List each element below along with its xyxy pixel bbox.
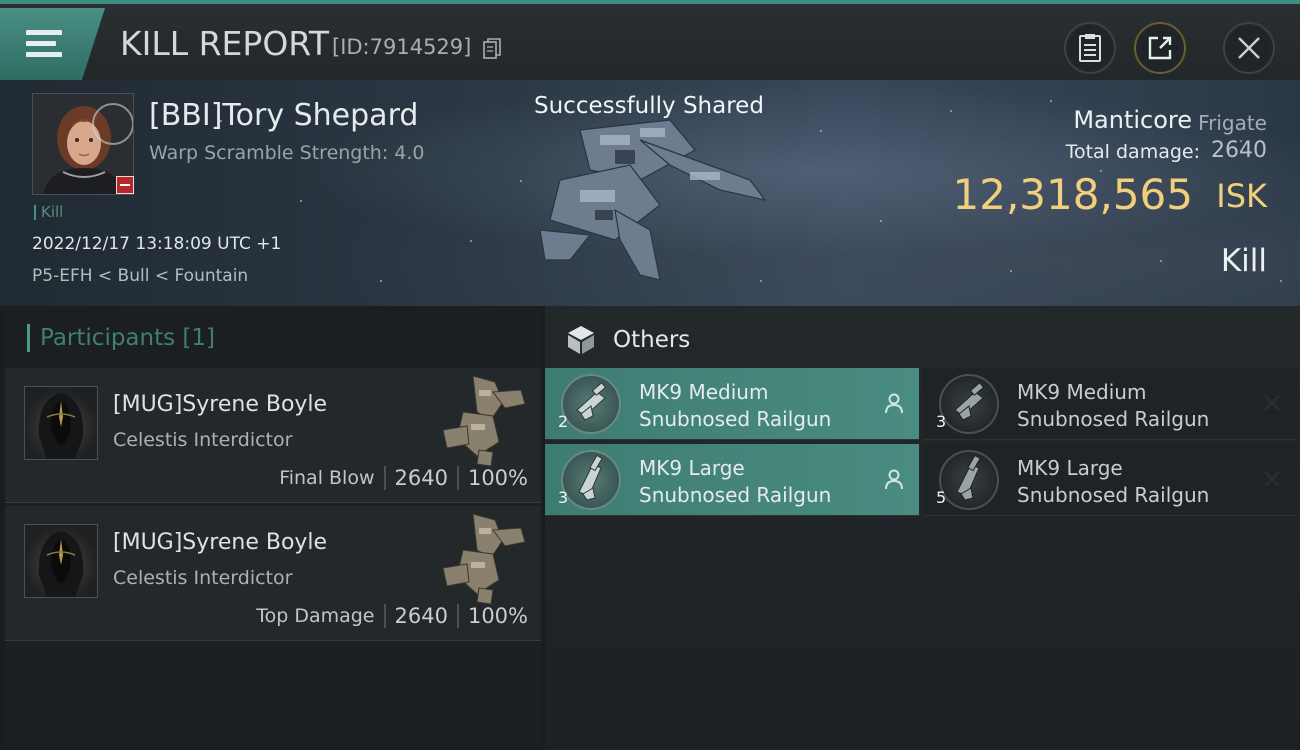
hamburger-menu-icon xyxy=(26,30,62,63)
item-name-line2: Snubnosed Railgun xyxy=(639,407,832,431)
divider xyxy=(383,466,386,490)
item-quantity: 3 xyxy=(558,488,569,507)
divider xyxy=(456,604,459,628)
participants-heading-label: Participants xyxy=(40,325,176,351)
star xyxy=(300,200,302,202)
item-row-destroyed[interactable]: 3 MK9 Medium Snubnosed Railgun xyxy=(923,368,1297,440)
participant-ship: Celestis Interdictor xyxy=(113,567,293,589)
railgun-icon xyxy=(561,374,621,434)
isk-unit: ISK xyxy=(1216,177,1267,215)
railgun-icon xyxy=(939,450,999,510)
star xyxy=(1280,280,1282,282)
divider xyxy=(383,604,386,628)
item-name-line1: MK9 Large xyxy=(639,456,745,480)
dropped-person-icon xyxy=(883,468,905,490)
star xyxy=(880,220,882,222)
star xyxy=(1050,100,1052,102)
item-quantity: 5 xyxy=(936,488,947,507)
participant-damage: 2640 xyxy=(394,466,448,490)
victim-name[interactable]: [BBI]Tory Shepard xyxy=(149,98,418,133)
item-name-line1: MK9 Medium xyxy=(1017,380,1147,404)
star xyxy=(380,280,382,282)
item-row-destroyed[interactable]: 5 MK9 Large Snubnosed Railgun xyxy=(923,444,1297,516)
total-damage-label: Total damage: xyxy=(1065,141,1200,163)
others-heading: Others xyxy=(565,324,690,356)
item-name-line1: MK9 Large xyxy=(1017,456,1123,480)
share-toast: Successfully Shared xyxy=(534,93,764,119)
participant-role: Final Blow xyxy=(279,467,375,489)
item-name-line2: Snubnosed Railgun xyxy=(639,483,832,507)
clipboard-icon xyxy=(1077,33,1103,63)
participant-name[interactable]: [MUG]Syrene Boyle xyxy=(113,392,327,417)
close-icon xyxy=(1236,35,1262,61)
kill-tag: Kill xyxy=(34,205,63,220)
dropped-person-icon xyxy=(883,392,905,414)
item-quantity: 2 xyxy=(558,412,569,431)
participant-damage-percent: 100% xyxy=(467,604,528,628)
top-bar: KILL REPORT [ID:7914529] xyxy=(0,0,1300,80)
participant-ship: Celestis Interdictor xyxy=(113,429,293,451)
report-button[interactable] xyxy=(1064,22,1116,74)
menu-button[interactable] xyxy=(0,8,105,80)
victim-ship-image xyxy=(520,110,780,290)
star xyxy=(950,110,952,112)
participant-role: Top Damage xyxy=(256,605,375,627)
participant-avatar[interactable] xyxy=(24,386,98,460)
destroyed-x-icon xyxy=(1261,392,1283,414)
participant-card[interactable]: [MUG]Syrene Boyle Celestis Interdictor T… xyxy=(5,506,541,641)
copy-icon[interactable] xyxy=(483,38,501,60)
participant-ship-image[interactable] xyxy=(433,510,529,606)
railgun-icon xyxy=(939,374,999,434)
participant-stats: Final Blow 2640 100% xyxy=(279,466,528,490)
result-label: Kill xyxy=(1220,243,1267,279)
star xyxy=(820,130,822,132)
item-row-dropped[interactable]: 2 MK9 Medium Snubnosed Railgun xyxy=(545,368,919,440)
participant-card[interactable]: [MUG]Syrene Boyle Celestis Interdictor F… xyxy=(5,368,541,503)
item-name-line2: Snubnosed Railgun xyxy=(1017,407,1210,431)
star xyxy=(1010,270,1012,272)
star xyxy=(1160,260,1162,262)
item-name-line1: MK9 Medium xyxy=(639,380,769,404)
participant-ship-image[interactable] xyxy=(433,372,529,468)
cube-icon xyxy=(565,324,597,356)
close-button[interactable] xyxy=(1223,22,1275,74)
item-quantity: 3 xyxy=(936,412,947,431)
page-title: KILL REPORT xyxy=(120,24,329,63)
star xyxy=(470,240,472,242)
total-damage-value: 2640 xyxy=(1211,138,1267,163)
destroyed-x-icon xyxy=(1261,468,1283,490)
participants-heading: Participants [1] xyxy=(27,324,215,352)
share-export-icon xyxy=(1146,34,1174,62)
kill-location[interactable]: P5-EFH < Bull < Fountain xyxy=(32,266,248,286)
participants-panel: Participants [1] [MUG]Syrene Boyle Celes… xyxy=(5,306,541,750)
participant-stats: Top Damage 2640 100% xyxy=(256,604,528,628)
divider xyxy=(456,466,459,490)
item-row-dropped[interactable]: 3 MK9 Large Snubnosed Railgun xyxy=(545,444,919,516)
hostile-status-badge xyxy=(116,176,134,194)
others-heading-label: Others xyxy=(613,327,691,353)
warp-scramble-strength: Warp Scramble Strength: 4.0 xyxy=(149,142,425,164)
kill-datetime: 2022/12/17 13:18:09 UTC +1 xyxy=(32,234,282,254)
kill-summary: [BBI]Tory Shepard Warp Scramble Strength… xyxy=(0,80,1300,306)
share-button[interactable] xyxy=(1134,22,1186,74)
participant-damage: 2640 xyxy=(394,604,448,628)
participant-avatar[interactable] xyxy=(24,524,98,598)
isk-value: 12,318,565 xyxy=(952,170,1193,219)
railgun-icon xyxy=(561,450,621,510)
participant-damage-percent: 100% xyxy=(467,466,528,490)
item-name-line2: Snubnosed Railgun xyxy=(1017,483,1210,507)
report-id: [ID:7914529] xyxy=(332,35,472,59)
participants-count: [1] xyxy=(182,325,216,351)
others-panel: Others 2 MK9 Medium Snubnosed Railgun 3 … xyxy=(545,306,1300,750)
victim-ship-class: Frigate xyxy=(1198,111,1267,135)
participant-name[interactable]: [MUG]Syrene Boyle xyxy=(113,530,327,555)
victim-ship-name[interactable]: Manticore xyxy=(1073,106,1192,134)
